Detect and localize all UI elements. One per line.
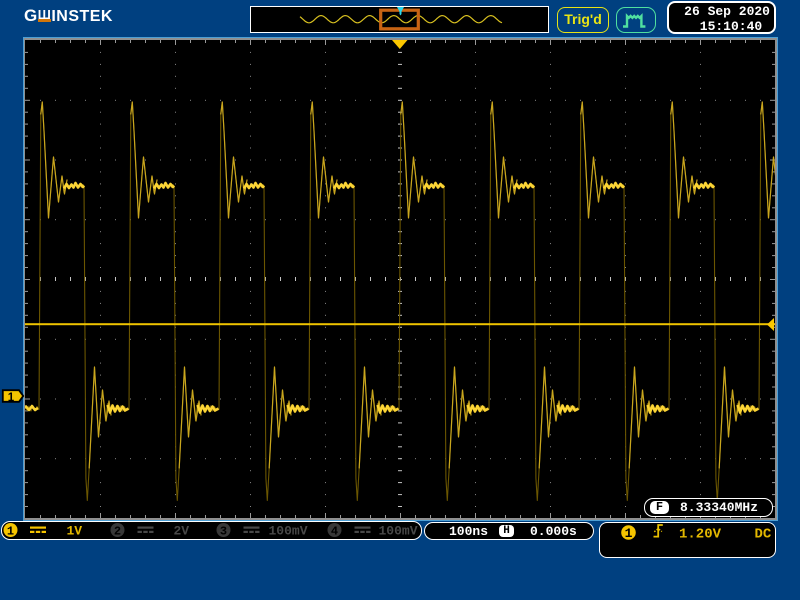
svg-text:1: 1 — [8, 392, 15, 404]
svg-text:1V: 1V — [67, 524, 83, 539]
svg-text:100mV: 100mV — [379, 524, 418, 539]
svg-text:4: 4 — [331, 525, 338, 539]
svg-text:2V: 2V — [174, 524, 190, 539]
svg-text:1: 1 — [7, 525, 14, 539]
svg-text:1.20V: 1.20V — [679, 527, 722, 543]
svg-text:1: 1 — [625, 526, 633, 541]
svg-text:DC: DC — [755, 527, 772, 543]
svg-text:2: 2 — [114, 525, 121, 539]
svg-text:3: 3 — [220, 525, 227, 539]
svg-text:100mV: 100mV — [269, 524, 308, 539]
